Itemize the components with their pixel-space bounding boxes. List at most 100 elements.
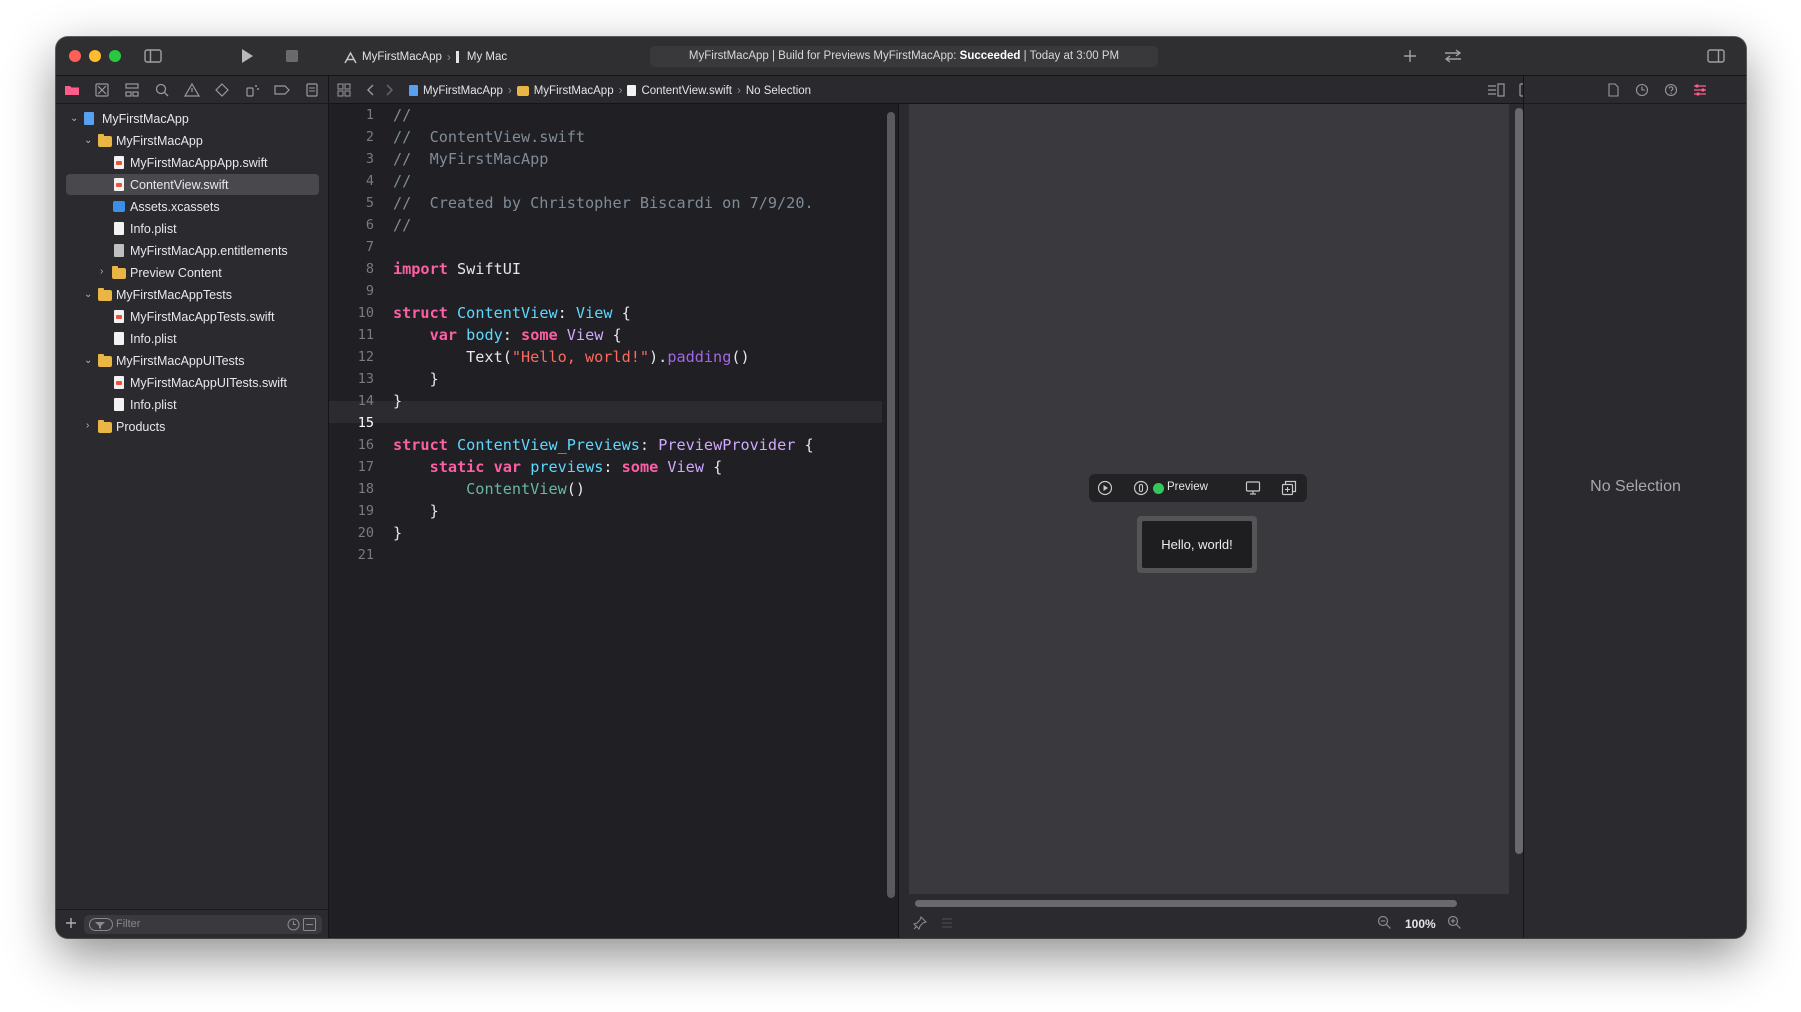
line-number[interactable]: 11 xyxy=(329,324,374,346)
search-icon[interactable] xyxy=(154,82,170,98)
duplicate-preview-icon[interactable] xyxy=(1281,480,1297,496)
line-number[interactable]: 17 xyxy=(329,456,374,478)
tree-item-project[interactable]: ⌄ MyFirstMacApp xyxy=(66,108,319,129)
line-number[interactable]: 21 xyxy=(329,544,374,566)
code-line[interactable]: import SwiftUI xyxy=(393,258,521,280)
code-line[interactable]: var body: some View { xyxy=(393,324,622,346)
line-number[interactable]: 15 xyxy=(329,412,374,434)
tree-item-group[interactable]: ⌄ MyFirstMacAppUITests xyxy=(66,350,319,371)
canvas-surface[interactable]: Preview Hello, world! xyxy=(909,104,1523,894)
code-line[interactable]: // xyxy=(393,170,411,192)
tree-item-file[interactable]: Info.plist xyxy=(66,328,319,349)
tree-item-file[interactable]: MyFirstMacAppApp.swift xyxy=(66,152,319,173)
canvas-vertical-scrollbar[interactable] xyxy=(1515,108,1523,854)
line-number[interactable]: 2 xyxy=(329,126,374,148)
breadcrumb-symbol[interactable]: No Selection xyxy=(746,85,811,97)
code-line[interactable]: // Created by Christopher Biscardi on 7/… xyxy=(393,192,814,214)
code-line[interactable]: } xyxy=(393,390,402,412)
source-control-filter-icon[interactable] xyxy=(303,918,316,931)
chevron-down-icon[interactable]: ⌄ xyxy=(84,290,94,300)
zoom-out-icon[interactable] xyxy=(1377,915,1392,930)
inspect-preview-icon[interactable] xyxy=(1133,480,1149,496)
tree-item-file[interactable]: Info.plist xyxy=(66,218,319,239)
code-line[interactable]: } xyxy=(393,500,439,522)
breadcrumb-file[interactable]: ContentView.swift xyxy=(641,85,732,97)
sidebar-toggle-icon[interactable] xyxy=(144,49,162,63)
line-number[interactable]: 9 xyxy=(329,280,374,302)
chevron-down-icon[interactable]: ⌄ xyxy=(70,114,80,124)
test-diamond-icon[interactable] xyxy=(214,82,230,98)
tree-item-file[interactable]: Info.plist xyxy=(66,394,319,415)
zoom-in-icon[interactable] xyxy=(1447,915,1462,930)
line-number[interactable]: 4 xyxy=(329,170,374,192)
tree-item-group[interactable]: › Preview Content xyxy=(66,262,319,283)
attributes-inspector-icon[interactable] xyxy=(1693,83,1707,97)
folder-navigator-icon[interactable] xyxy=(64,82,80,98)
code-line[interactable]: ContentView() xyxy=(393,478,585,500)
line-number[interactable]: 19 xyxy=(329,500,374,522)
source-control-icon[interactable] xyxy=(94,82,110,98)
close-window-button[interactable] xyxy=(69,50,81,62)
line-number[interactable]: 20 xyxy=(329,522,374,544)
tree-item-group[interactable]: ⌄ MyFirstMacAppTests xyxy=(66,284,319,305)
filter-input[interactable]: Filter xyxy=(84,915,322,934)
chevron-down-icon[interactable]: ⌄ xyxy=(84,136,94,146)
code-line[interactable]: static var previews: some View { xyxy=(393,456,723,478)
device-settings-icon[interactable] xyxy=(1245,480,1261,496)
pin-icon[interactable] xyxy=(913,916,927,930)
line-number[interactable]: 13 xyxy=(329,368,374,390)
code-line[interactable]: struct ContentView_Previews: PreviewProv… xyxy=(393,434,814,456)
list-icon[interactable] xyxy=(941,917,953,929)
line-number[interactable]: 3 xyxy=(329,148,374,170)
inspector-toggle-icon[interactable] xyxy=(1707,49,1725,63)
stop-icon[interactable] xyxy=(286,50,298,62)
editor-scrollbar[interactable] xyxy=(887,112,895,898)
swap-arrows-icon[interactable] xyxy=(1443,49,1463,63)
line-number[interactable]: 6 xyxy=(329,214,374,236)
breakpoint-tag-icon[interactable] xyxy=(274,82,290,98)
breadcrumb-project[interactable]: MyFirstMacApp xyxy=(423,85,503,97)
preview-window[interactable]: Hello, world! xyxy=(1137,516,1257,573)
canvas-horizontal-scrollbar[interactable] xyxy=(915,900,1457,907)
code-line[interactable]: // MyFirstMacApp xyxy=(393,148,548,170)
history-inspector-icon[interactable] xyxy=(1635,83,1649,97)
code-line[interactable]: Text("Hello, world!").padding() xyxy=(393,346,750,368)
tree-item-file-selected[interactable]: ContentView.swift xyxy=(66,174,319,195)
zoom-level[interactable]: 100% xyxy=(1405,917,1436,931)
debug-spray-icon[interactable] xyxy=(244,82,260,98)
back-chevron-icon[interactable] xyxy=(365,83,375,97)
code-line[interactable]: struct ContentView: View { xyxy=(393,302,631,324)
scheme-selector[interactable]: MyFirstMacApp › My Mac xyxy=(344,47,507,67)
related-items-grid-icon[interactable] xyxy=(337,83,351,97)
code-line[interactable]: // xyxy=(393,214,411,236)
warning-icon[interactable] xyxy=(184,82,200,98)
tree-item-file[interactable]: Assets.xcassets xyxy=(66,196,319,217)
zoom-window-button[interactable] xyxy=(109,50,121,62)
editor-options-icon[interactable] xyxy=(1487,83,1505,97)
code-line[interactable]: // ContentView.swift xyxy=(393,126,585,148)
quick-help-icon[interactable] xyxy=(1664,83,1678,97)
line-number[interactable]: 10 xyxy=(329,302,374,324)
chevron-down-icon[interactable]: ⌄ xyxy=(84,356,94,366)
line-number[interactable]: 1 xyxy=(329,104,374,126)
line-number[interactable]: 16 xyxy=(329,434,374,456)
recent-files-icon[interactable] xyxy=(287,918,300,931)
run-icon[interactable] xyxy=(240,48,254,64)
line-number[interactable]: 12 xyxy=(329,346,374,368)
tree-item-file[interactable]: MyFirstMacAppTests.swift xyxy=(66,306,319,327)
file-inspector-icon[interactable] xyxy=(1606,83,1620,97)
tree-item-file[interactable]: MyFirstMacAppUITests.swift xyxy=(66,372,319,393)
code-line[interactable]: } xyxy=(393,368,439,390)
preview-label[interactable]: Preview xyxy=(1167,481,1208,493)
source-editor[interactable]: 1 // 2 // ContentView.swift 3 // MyFirstMacAp… xyxy=(329,104,898,938)
tree-item-group[interactable]: › Products xyxy=(66,416,319,437)
forward-chevron-icon[interactable] xyxy=(385,83,395,97)
minimize-window-button[interactable] xyxy=(89,50,101,62)
line-number[interactable]: 5 xyxy=(329,192,374,214)
report-icon[interactable] xyxy=(304,82,320,98)
code-line[interactable]: // xyxy=(393,104,411,126)
live-preview-play-icon[interactable] xyxy=(1097,480,1113,496)
add-icon[interactable] xyxy=(1403,49,1417,63)
chevron-right-icon[interactable]: › xyxy=(100,267,110,277)
add-file-icon[interactable] xyxy=(64,916,78,930)
